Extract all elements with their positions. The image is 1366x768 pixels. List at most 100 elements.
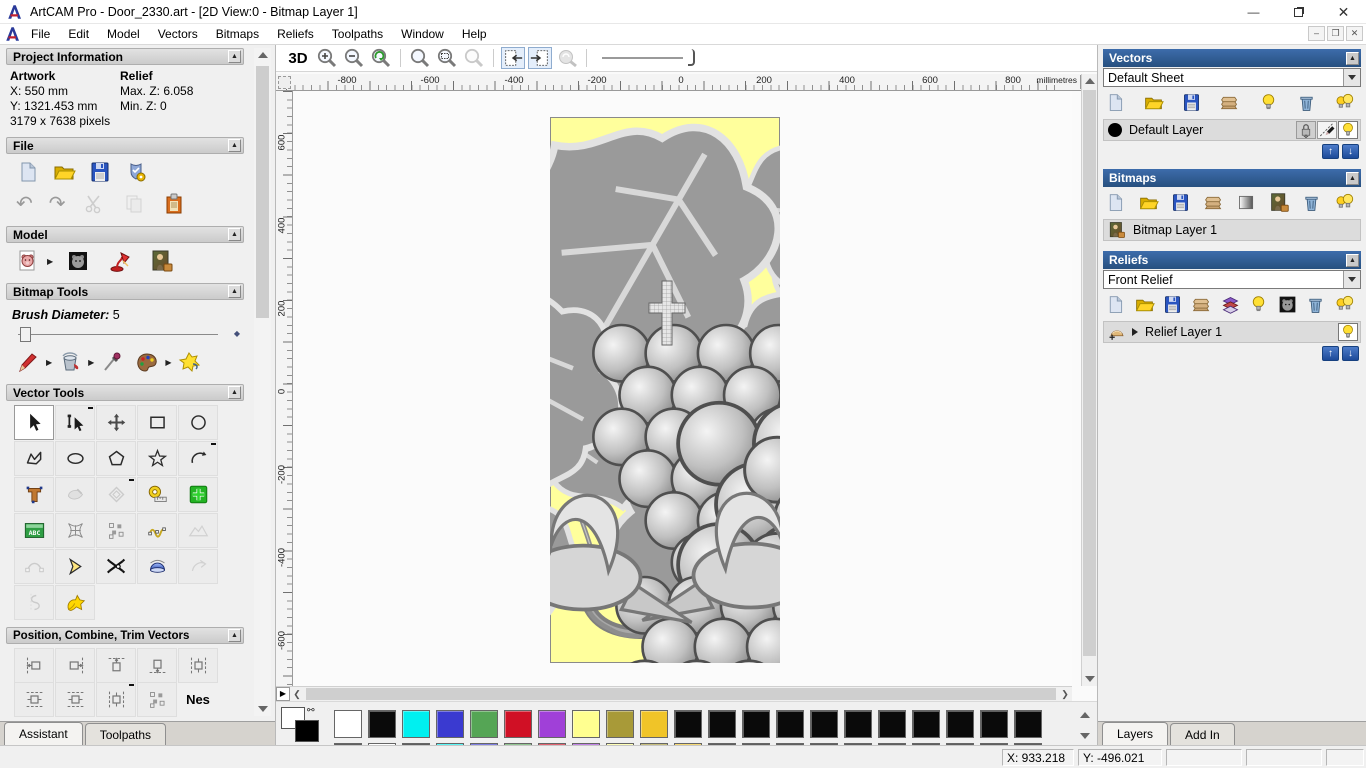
nesting-tool[interactable]: Nes	[178, 682, 218, 717]
scroll-down-icon[interactable]	[1085, 676, 1095, 682]
menu-bitmaps[interactable]: Bitmaps	[207, 25, 268, 43]
align-top-tool[interactable]	[96, 648, 136, 683]
brush-diameter-slider[interactable]: ◆	[12, 326, 242, 344]
centre-horizontal-tool[interactable]	[55, 682, 95, 717]
vector-layer-row[interactable]: Default Layer	[1103, 119, 1361, 141]
palette-swatch[interactable]	[776, 710, 804, 738]
collapse-icon[interactable]: ▲	[1346, 253, 1359, 267]
move-layer-down-button[interactable]: ↓	[1342, 346, 1359, 361]
close-button[interactable]: ✕	[1321, 0, 1366, 24]
toggle-visibility-icon[interactable]	[1258, 92, 1279, 113]
save-relief-layer-icon[interactable]	[1162, 294, 1183, 315]
menu-edit[interactable]: Edit	[59, 25, 98, 43]
menu-vectors[interactable]: Vectors	[149, 25, 207, 43]
pane-splitter-button[interactable]: ▶	[276, 687, 290, 701]
slider-track[interactable]	[18, 334, 218, 335]
canvas-horizontal-scrollbar[interactable]: ▶ ❮ ❯	[276, 686, 1072, 701]
tab-assistant[interactable]: Assistant	[4, 722, 83, 745]
palette-scroll-up-button[interactable]	[1078, 708, 1093, 723]
palette-swatch[interactable]	[708, 710, 736, 738]
palette-swatch[interactable]	[878, 710, 906, 738]
text-block-tool[interactable]	[14, 513, 54, 548]
measure-tool[interactable]	[137, 477, 177, 512]
new-relief-layer-icon[interactable]	[1105, 294, 1126, 315]
bitmap-fill-icon[interactable]	[177, 350, 201, 374]
layer-colour-swatch[interactable]	[1108, 123, 1122, 137]
menu-model[interactable]: Model	[98, 25, 149, 43]
merge-layers-icon[interactable]	[1219, 92, 1240, 113]
palette-swatch[interactable]	[368, 710, 396, 738]
copy-icon[interactable]	[122, 192, 146, 216]
secondary-colour-swatch[interactable]	[295, 720, 319, 742]
flyout-arrow-icon[interactable]: ▶	[46, 358, 52, 367]
transform-vectors-tool[interactable]	[96, 405, 136, 440]
palette-swatch[interactable]	[640, 710, 668, 738]
palette-swatch[interactable]	[912, 710, 940, 738]
tab-add-in[interactable]: Add In	[1170, 723, 1235, 745]
minimize-button[interactable]: —	[1231, 0, 1276, 24]
bitmap-tools-header[interactable]: Bitmap Tools ▲	[6, 283, 244, 300]
canvas-2d[interactable]: 600 400 200 0 -200 -400 -600	[276, 91, 1072, 686]
tab-toolpaths[interactable]: Toolpaths	[84, 723, 167, 745]
lighting-icon[interactable]	[108, 249, 132, 273]
block-copy-tool[interactable]	[178, 477, 218, 512]
palette-swatch[interactable]	[980, 710, 1008, 738]
expand-layer-icon[interactable]	[1132, 328, 1138, 336]
palette-swatch[interactable]	[844, 710, 872, 738]
file-section-header[interactable]: File ▲	[6, 137, 244, 154]
palette-swatch[interactable]	[538, 710, 566, 738]
all-layers-visibility-icon[interactable]	[1334, 92, 1355, 113]
create-polyline-tool[interactable]	[14, 441, 54, 476]
collapse-icon[interactable]: ▲	[228, 50, 241, 63]
menu-file[interactable]: File	[22, 25, 59, 43]
relief-selector-dropdown[interactable]: Front Relief	[1103, 270, 1361, 289]
vectors-section-header[interactable]: Vectors ▲	[1103, 49, 1361, 67]
palette-swatch[interactable]	[606, 710, 634, 738]
wrap-vectors-tool[interactable]	[55, 585, 95, 620]
spin-relief-tool[interactable]	[137, 549, 177, 584]
relief-mode-icon[interactable]	[1108, 323, 1126, 341]
lock-layer-button[interactable]	[1296, 121, 1316, 139]
dropdown-arrow-icon[interactable]	[1343, 271, 1360, 288]
cut-icon[interactable]	[82, 192, 106, 216]
new-vector-layer-icon[interactable]	[1105, 92, 1126, 113]
layer-visibility-button[interactable]	[1338, 323, 1358, 341]
toggle-3d-view-button[interactable]: 3D	[284, 47, 312, 69]
link-colours-icon[interactable]: ⚯	[307, 705, 315, 716]
model-properties-icon[interactable]	[124, 160, 148, 184]
scrollbar-thumb[interactable]	[306, 688, 1056, 700]
flyout-arrow-icon[interactable]: ▶	[88, 358, 94, 367]
palette-swatch[interactable]	[572, 710, 600, 738]
ruler-origin-button[interactable]	[278, 76, 291, 89]
collapse-icon[interactable]: ▲	[228, 629, 241, 642]
restore-button[interactable]	[1276, 0, 1321, 24]
paint-brush-icon[interactable]	[16, 350, 40, 374]
create-circle-tool[interactable]	[178, 405, 218, 440]
assistant-scrollbar[interactable]	[254, 48, 271, 716]
flood-fill-icon[interactable]	[58, 350, 82, 374]
collapse-icon[interactable]: ▲	[228, 228, 241, 241]
all-reliefs-visibility-icon[interactable]	[1334, 294, 1355, 315]
collapse-icon[interactable]: ▲	[1346, 171, 1359, 185]
bitmap-contrast-button[interactable]	[555, 47, 579, 69]
model-section-header[interactable]: Model ▲	[6, 226, 244, 243]
open-relief-layer-icon[interactable]	[1134, 294, 1155, 315]
create-ellipse-tool[interactable]	[55, 441, 95, 476]
bitmaps-section-header[interactable]: Bitmaps ▲	[1103, 169, 1361, 187]
palette-swatch[interactable]	[436, 710, 464, 738]
palette-swatch[interactable]	[1014, 710, 1042, 738]
open-bitmap-layer-icon[interactable]	[1138, 192, 1159, 213]
menu-reliefs[interactable]: Reliefs	[268, 25, 323, 43]
move-layer-up-button[interactable]: ↑	[1322, 144, 1339, 159]
mdi-restore-button[interactable]: ❐	[1327, 26, 1344, 41]
palette-swatch[interactable]	[742, 710, 770, 738]
create-arc-tool[interactable]	[178, 441, 218, 476]
save-bitmap-layer-icon[interactable]	[1170, 192, 1191, 213]
collapse-icon[interactable]: ▲	[1346, 51, 1359, 65]
menu-help[interactable]: Help	[453, 25, 496, 43]
primary-secondary-colours[interactable]: ⚯	[281, 705, 327, 743]
delete-bitmap-layer-icon[interactable]	[1301, 192, 1322, 213]
scrollbar-thumb[interactable]	[256, 66, 269, 318]
relief-layer-row[interactable]: Relief Layer 1	[1103, 321, 1361, 343]
move-layer-down-button[interactable]: ↓	[1342, 144, 1359, 159]
